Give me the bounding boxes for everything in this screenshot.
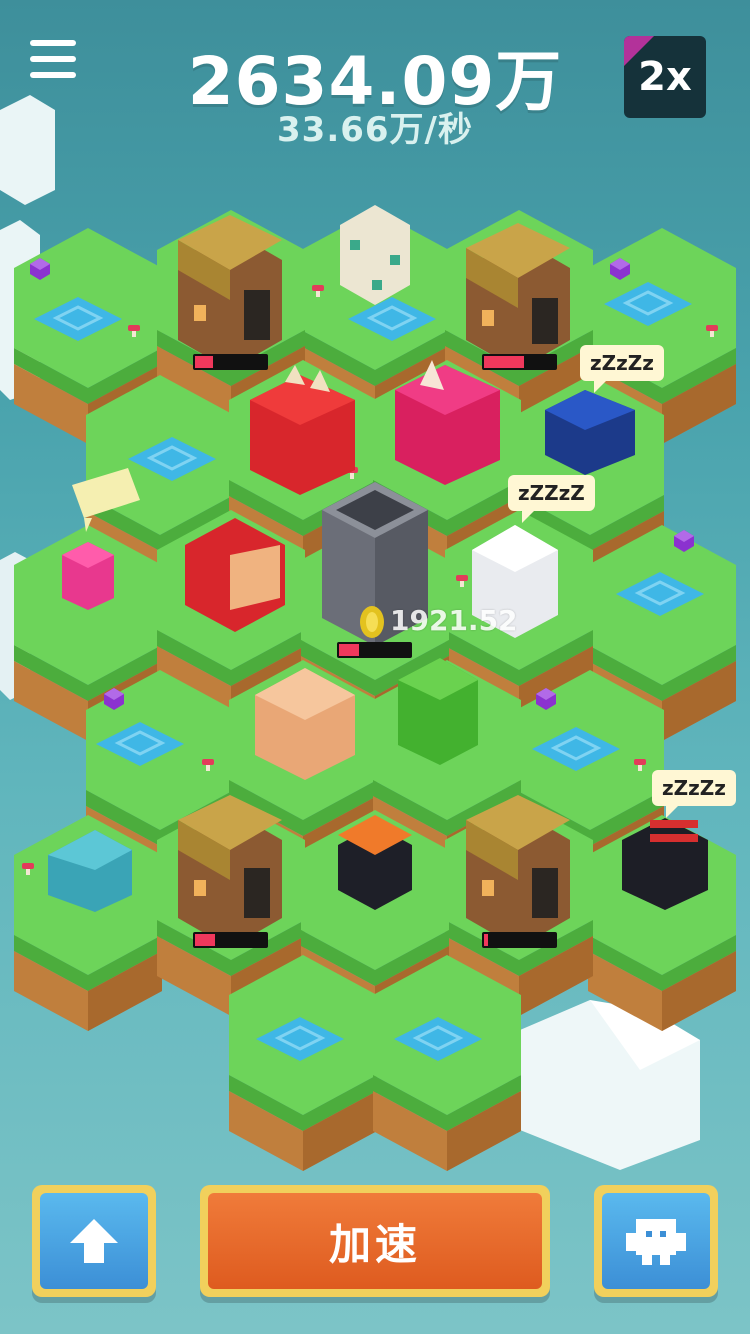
boost-button-label: 加速 (208, 1193, 542, 1289)
green-dino-monster[interactable] (398, 658, 478, 765)
coin-icon[interactable] (360, 606, 384, 638)
speed-multiplier-badge[interactable]: 2x (624, 36, 706, 118)
sleep-bubble: zZzZz (652, 770, 736, 818)
hut-top-left[interactable] (178, 215, 282, 370)
hut-progress-fill (339, 644, 359, 656)
orange-black-monster[interactable] (338, 815, 412, 910)
hut-bottom-left[interactable] (178, 795, 282, 948)
boost-button[interactable]: 加速 (200, 1185, 550, 1297)
sleep-bubble: zZzZz (580, 345, 664, 393)
hut-progress-fill (195, 934, 215, 946)
hut-progress-fill (484, 356, 524, 368)
hut-bottom-right[interactable] (466, 795, 570, 948)
coin-gain-readout: 1921.52 (390, 604, 518, 637)
pink-cube-monster[interactable] (62, 542, 114, 610)
arrow-up-icon (70, 1219, 118, 1263)
monster-egg[interactable] (340, 205, 410, 305)
hut-progress-fill (484, 934, 488, 946)
monster-face-icon (626, 1219, 686, 1265)
game-board (0, 95, 736, 1171)
sleep-bubble: zZZzZ (508, 475, 595, 523)
monster-collection-button[interactable] (594, 1185, 718, 1297)
upgrade-button[interactable] (32, 1185, 156, 1297)
speed-multiplier-label: 2x (638, 54, 692, 100)
cloud-bottom-right (520, 1000, 700, 1170)
hut-top-right[interactable] (466, 223, 570, 370)
hut-progress-fill (195, 356, 213, 368)
